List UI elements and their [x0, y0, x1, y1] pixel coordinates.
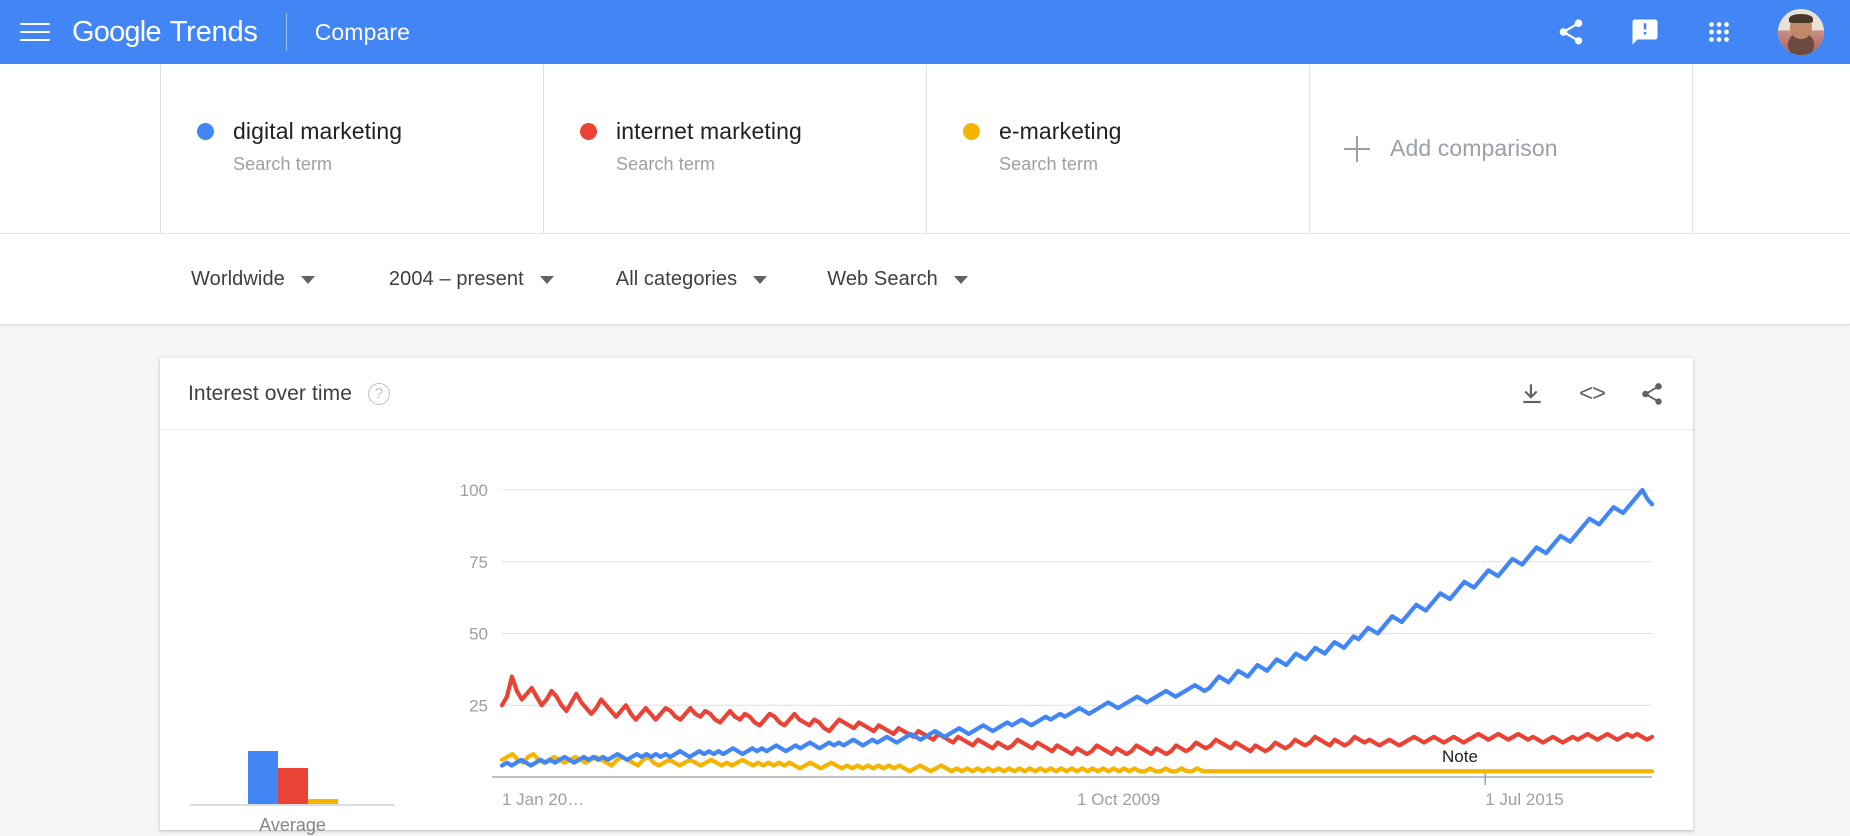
- share-icon[interactable]: [1556, 17, 1586, 47]
- series-color-dot: [197, 123, 214, 140]
- interest-over-time-plot[interactable]: 100 75 50 25 1 Jan 20… 1 Oct 2009 1 Jul 2015 N…: [392, 430, 1683, 829]
- comparison-terms-bar: digital marketing Search term internet m…: [0, 64, 1850, 234]
- embed-icon[interactable]: <>: [1579, 380, 1606, 408]
- page-title: Compare: [314, 18, 410, 45]
- filter-bar: Worldwide 2004 – present All categories …: [0, 234, 1850, 325]
- filter-location[interactable]: Worldwide: [191, 268, 315, 291]
- card-title: Interest over time: [188, 381, 353, 405]
- term-name: internet marketing: [616, 118, 802, 144]
- share-icon[interactable]: [1639, 381, 1665, 407]
- term-name: e-marketing: [999, 118, 1122, 144]
- chevron-down-icon: [300, 275, 315, 284]
- y-axis-tick-label: 100: [460, 481, 488, 500]
- comparison-terms-row: digital marketing Search term internet m…: [160, 64, 1693, 233]
- avatar-hair: [1789, 13, 1813, 23]
- term-type: Search term: [616, 154, 716, 174]
- appbar-actions: [1556, 9, 1824, 55]
- brand-google-text: Google: [72, 15, 162, 48]
- interest-over-time-card: Interest over time ? <> Average 100 75 50 2…: [160, 358, 1693, 835]
- trend-lines-svg: 100 75 50 25 1 Jan 20… 1 Oct 2009 1 Jul 2015: [460, 481, 1655, 809]
- term-type: Search term: [233, 154, 333, 174]
- average-bar: [307, 798, 338, 804]
- average-label: Average: [259, 815, 326, 835]
- series-color-dot: [580, 123, 597, 140]
- comparison-term-card[interactable]: digital marketing Search term: [160, 64, 543, 233]
- filter-time-range-value: 2004 – present: [388, 268, 524, 290]
- term-header: internet marketing: [580, 118, 926, 145]
- x-axis-tick-label: 1 Jan 20…: [502, 790, 584, 809]
- top-app-bar: Google Trends Compare: [0, 0, 1850, 64]
- filter-category[interactable]: All categories: [615, 268, 768, 291]
- plus-icon: [1344, 135, 1370, 162]
- apps-grid-icon[interactable]: [1704, 17, 1734, 47]
- x-axis-tick-label: 1 Jul 2015: [1485, 790, 1563, 809]
- download-icon[interactable]: [1519, 381, 1545, 407]
- series-color-dot: [963, 123, 980, 140]
- hamburger-menu-icon[interactable]: [20, 17, 50, 47]
- trend-line: [499, 487, 1655, 768]
- average-bar: [247, 751, 278, 804]
- y-axis-tick-label: 25: [469, 696, 488, 715]
- chevron-down-icon: [539, 275, 554, 284]
- x-axis-tick-label: 1 Oct 2009: [1077, 790, 1160, 809]
- comparison-term-card[interactable]: e-marketing Search term: [926, 64, 1309, 233]
- note-annotation: Note: [1442, 747, 1478, 766]
- filter-search-type[interactable]: Web Search: [827, 268, 968, 291]
- filter-location-value: Worldwide: [191, 268, 285, 290]
- average-bar: [277, 767, 308, 804]
- y-axis-tick-label: 50: [469, 625, 488, 644]
- filter-group: Worldwide 2004 – present All categories …: [191, 234, 1012, 325]
- term-name: digital marketing: [233, 118, 403, 144]
- feedback-icon[interactable]: [1630, 17, 1660, 47]
- appbar-divider: [285, 13, 287, 51]
- card-toolbar: <>: [1519, 380, 1665, 408]
- term-header: digital marketing: [197, 118, 543, 145]
- average-bars: [190, 740, 395, 806]
- chart-body: Average 100 75 50 25 1 Jan 20… 1 Oct 2009 1 Ju…: [160, 430, 1693, 835]
- brand-trends-text: Trends: [169, 15, 258, 48]
- term-header: e-marketing: [963, 118, 1309, 145]
- y-axis-tick-label: 75: [469, 553, 488, 572]
- chevron-down-icon: [953, 275, 968, 284]
- avatar[interactable]: [1778, 9, 1824, 55]
- chevron-down-icon: [753, 275, 768, 284]
- add-comparison-button[interactable]: Add comparison: [1309, 64, 1693, 233]
- comparison-term-card[interactable]: internet marketing Search term: [543, 64, 926, 233]
- trend-line: [499, 674, 1655, 757]
- filter-search-type-value: Web Search: [827, 268, 938, 290]
- filter-time-range[interactable]: 2004 – present: [389, 268, 554, 291]
- term-type: Search term: [999, 154, 1099, 174]
- filter-category-value: All categories: [615, 268, 738, 290]
- card-header: Interest over time ? <>: [160, 358, 1693, 430]
- add-comparison-label: Add comparison: [1390, 135, 1558, 161]
- help-icon[interactable]: ?: [368, 382, 391, 405]
- average-mini-chart: Average: [190, 740, 395, 836]
- brand-logo[interactable]: Google Trends: [72, 16, 258, 49]
